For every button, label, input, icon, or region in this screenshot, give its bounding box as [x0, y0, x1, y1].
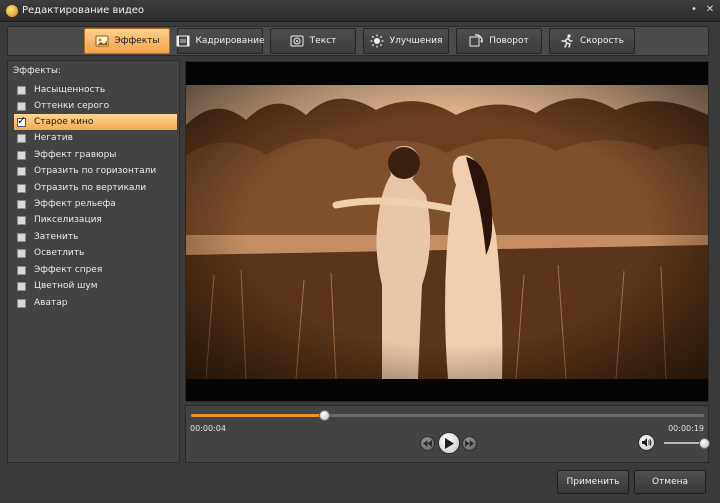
tab-text[interactable]: Текст	[270, 28, 356, 54]
tab-crop[interactable]: Кадрирование	[176, 28, 265, 54]
effect-label: Эффект рельефа	[34, 199, 116, 209]
effect-engraving[interactable]: Эффект гравюры	[14, 147, 177, 163]
enhance-sun-icon	[370, 34, 384, 48]
tab-label: Поворот	[489, 36, 529, 46]
rotate-icon	[469, 34, 484, 47]
effect-checkbox[interactable]	[17, 298, 26, 308]
checkmark-icon: ✓	[17, 113, 27, 127]
effect-negative[interactable]: Негатив	[14, 130, 177, 146]
minimize-button[interactable]: •	[688, 4, 700, 16]
timeline-slider[interactable]	[191, 410, 704, 421]
apply-button[interactable]: Применить	[557, 470, 629, 494]
effect-avatar[interactable]: Аватар	[14, 295, 177, 311]
effect-label: Эффект спрея	[34, 265, 103, 275]
effect-label: Старое кино	[34, 117, 94, 127]
effect-checkbox[interactable]	[17, 232, 26, 242]
volume-icon	[641, 438, 651, 447]
effect-pixelate[interactable]: Пикселизация	[14, 212, 177, 228]
effect-label: Затенить	[34, 232, 79, 242]
play-button[interactable]	[438, 432, 460, 454]
window-title: Редактирование видео	[22, 5, 145, 16]
video-frame-image	[186, 85, 708, 379]
effect-old-film[interactable]: ✓ Старое кино	[14, 114, 177, 130]
current-time: 00:00:04	[190, 424, 226, 433]
effect-checkbox[interactable]	[17, 133, 26, 143]
rewind-icon	[423, 440, 432, 447]
tab-enhance[interactable]: Улучшения	[363, 28, 449, 54]
tab-label: Эффекты	[114, 36, 160, 46]
player-controls: 00:00:04 00:00:19	[185, 405, 710, 463]
tab-label: Кадрирование	[195, 36, 265, 46]
video-preview	[185, 61, 709, 402]
tab-rotate[interactable]: Поворот	[456, 28, 542, 54]
effect-checkbox[interactable]	[17, 85, 26, 95]
rewind-button[interactable]	[420, 436, 435, 451]
effect-saturation[interactable]: Насыщенность	[14, 82, 177, 98]
effects-heading: Эффекты:	[13, 66, 62, 76]
tab-strip: Эффекты Кадрирование Текст Улучшения Пов…	[7, 26, 709, 56]
effect-label: Отразить по вертикали	[34, 183, 147, 193]
effect-checkbox[interactable]	[17, 265, 26, 275]
fast-forward-button[interactable]	[462, 436, 477, 451]
effect-darken[interactable]: Затенить	[14, 229, 177, 245]
cancel-button[interactable]: Отмена	[634, 470, 706, 494]
effect-checkbox[interactable]	[17, 281, 26, 291]
text-icon	[290, 35, 304, 47]
effect-checkbox[interactable]	[17, 150, 26, 160]
tab-label: Текст	[309, 36, 337, 46]
effect-label: Осветлить	[34, 248, 85, 258]
tab-speed[interactable]: Скорость	[549, 28, 635, 54]
effect-checkbox[interactable]	[17, 101, 26, 111]
effects-panel: Эффекты: Насыщенность Оттенки серого ✓ С…	[7, 60, 180, 463]
effect-color-noise[interactable]: Цветной шум	[14, 278, 177, 294]
effect-label: Эффект гравюры	[34, 150, 117, 160]
volume-handle[interactable]	[699, 438, 710, 449]
tab-label: Скорость	[580, 36, 624, 46]
crop-icon	[176, 35, 189, 47]
effect-flip-vertical[interactable]: Отразить по вертикали	[14, 180, 177, 196]
close-button[interactable]: ✕	[704, 4, 716, 16]
title-bar: Редактирование видео • ✕	[0, 0, 720, 22]
effect-label: Аватар	[34, 298, 68, 308]
effect-checkbox[interactable]	[17, 166, 26, 176]
timeline-progress	[191, 414, 325, 417]
effect-checkbox[interactable]	[17, 248, 26, 258]
effect-checkbox[interactable]	[17, 199, 26, 209]
effect-flip-horizontal[interactable]: Отразить по горизонтали	[14, 163, 177, 179]
app-logo-icon	[6, 5, 18, 17]
effect-label: Цветной шум	[34, 281, 98, 291]
fast-forward-icon	[465, 440, 474, 447]
effect-grayscale[interactable]: Оттенки серого	[14, 98, 177, 114]
effect-label: Насыщенность	[34, 85, 106, 95]
volume-button[interactable]	[638, 434, 655, 451]
volume-slider[interactable]	[664, 438, 710, 449]
effect-checkbox[interactable]	[17, 215, 26, 225]
total-time: 00:00:19	[668, 424, 704, 433]
tab-effects[interactable]: Эффекты	[84, 28, 170, 54]
tab-label: Улучшения	[389, 36, 443, 46]
effect-label: Оттенки серого	[34, 101, 110, 111]
effect-label: Отразить по горизонтали	[34, 166, 157, 176]
effect-label: Негатив	[34, 133, 73, 143]
effect-checkbox[interactable]	[17, 183, 26, 193]
timeline-handle[interactable]	[319, 410, 331, 421]
effect-checkbox-checked[interactable]: ✓	[17, 113, 27, 127]
speed-runner-icon	[561, 34, 573, 48]
effect-spray[interactable]: Эффект спрея	[14, 262, 177, 278]
play-icon	[445, 437, 454, 449]
effect-emboss[interactable]: Эффект рельефа	[14, 196, 177, 212]
effect-label: Пикселизация	[34, 215, 102, 225]
effects-icon	[95, 35, 108, 47]
effect-lighten[interactable]: Осветлить	[14, 245, 177, 261]
